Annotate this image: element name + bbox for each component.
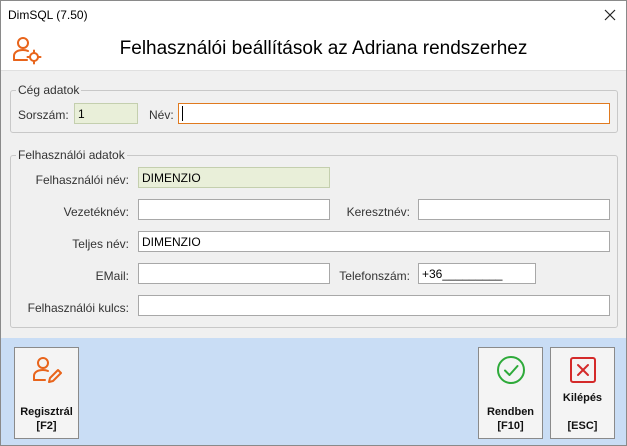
exit-shortcut: [ESC] [567, 420, 598, 432]
ok-button[interactable]: Rendben [F10] [478, 347, 543, 439]
name-field[interactable] [178, 103, 610, 124]
company-legend: Cég adatok [18, 83, 80, 97]
close-square-icon [551, 354, 614, 386]
register-button[interactable]: Regisztrál [F2] [14, 347, 79, 439]
fullname-field[interactable] [138, 231, 610, 252]
number-field[interactable] [74, 103, 138, 124]
text-cursor [182, 106, 183, 121]
lastname-field[interactable] [138, 199, 330, 220]
dialog-heading: Felhasználói beállítások az Adriana rend… [119, 38, 528, 59]
register-label: Regisztrál [20, 406, 73, 418]
phone-label: Telefonszám: [339, 269, 410, 283]
phone-field[interactable] [418, 263, 536, 284]
email-field[interactable] [138, 263, 330, 284]
number-label: Sorszám: [18, 108, 69, 122]
fullname-label: Teljes név: [72, 237, 129, 251]
firstname-label: Keresztnév: [346, 205, 410, 219]
ok-shortcut: [F10] [497, 420, 524, 432]
email-label: EMail: [95, 269, 129, 283]
username-label: Felhasználói név: [35, 173, 129, 187]
exit-label: Kilépés [562, 392, 603, 404]
window-title: DimSQL (7.50) [8, 8, 88, 22]
ok-label: Rendben [486, 406, 535, 418]
user-key-field[interactable] [138, 295, 610, 316]
close-icon[interactable] [598, 3, 622, 27]
check-circle-icon [479, 354, 542, 386]
user-legend: Felhasználói adatok [18, 148, 125, 162]
title-bar: DimSQL (7.50) [1, 1, 626, 29]
name-label: Név: [149, 108, 174, 122]
user-key-label: Felhasználói kulcs: [27, 301, 129, 315]
username-field[interactable] [138, 167, 330, 188]
firstname-field[interactable] [418, 199, 610, 220]
dialog-window: DimSQL (7.50) Felhasználói beállítások a… [0, 0, 627, 446]
register-shortcut: [F2] [36, 420, 57, 432]
lastname-label: Vezetéknév: [63, 205, 129, 219]
exit-button[interactable]: Kilépés [ESC] [550, 347, 615, 439]
dialog-header: Felhasználói beállítások az Adriana rend… [1, 29, 626, 71]
user-edit-icon [15, 354, 78, 386]
button-bar: Regisztrál [F2] Rendben [F10] Kilépés [E [1, 338, 626, 445]
